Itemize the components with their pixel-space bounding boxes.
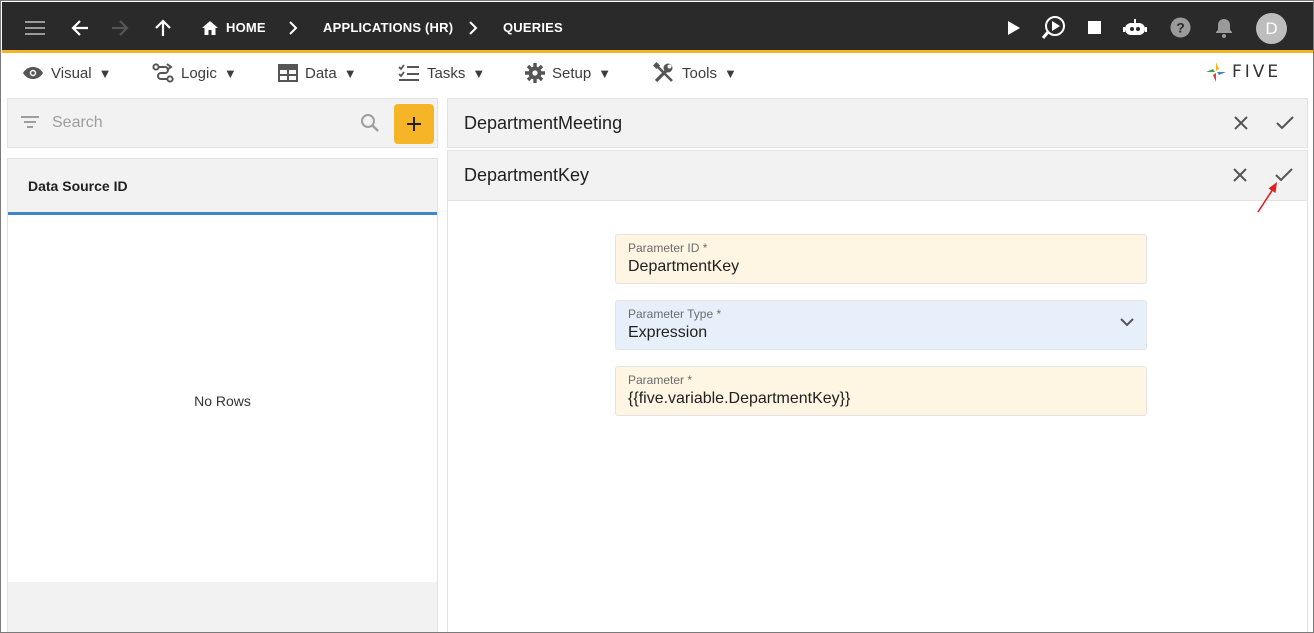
caret-down-icon: ▼ bbox=[223, 65, 237, 81]
caret-down-icon: ▼ bbox=[598, 65, 612, 81]
breadcrumb-applications-label: APPLICATIONS (HR) bbox=[323, 20, 454, 35]
avatar[interactable]: D bbox=[1256, 13, 1287, 44]
parameter-type-value: Expression bbox=[628, 324, 708, 341]
chevron-down-icon bbox=[1120, 318, 1134, 327]
caret-down-icon: ▼ bbox=[98, 65, 112, 81]
parameter-form: DepartmentKey Parameter ID * DepartmentK… bbox=[447, 150, 1308, 632]
menu-tasks-label: Tasks bbox=[427, 64, 466, 82]
breadcrumb-home-label: HOME bbox=[226, 20, 266, 35]
empty-state-text: No Rows bbox=[194, 393, 251, 409]
parameter-value: {{five.variable.DepartmentKey}} bbox=[628, 390, 851, 407]
parameter-field[interactable]: Parameter * {{five.variable.DepartmentKe… bbox=[615, 366, 1147, 416]
menu-visual[interactable]: Visual ▼ bbox=[22, 55, 111, 91]
caret-down-icon: ▼ bbox=[472, 65, 486, 81]
menu-data[interactable]: Data ▼ bbox=[278, 55, 357, 91]
eye-icon bbox=[23, 67, 43, 79]
back-arrow-icon[interactable] bbox=[63, 2, 97, 53]
parameter-label: Parameter * bbox=[628, 373, 693, 387]
debug-play-icon[interactable] bbox=[1037, 2, 1071, 53]
search-icon[interactable] bbox=[360, 113, 380, 138]
annotation-arrow-icon bbox=[1257, 182, 1277, 213]
menu-logic-label: Logic bbox=[181, 64, 217, 82]
menu-bar: Visual ▼ Logic ▼ Data ▼ Tasks ▼ Setup ▼ … bbox=[2, 55, 1313, 91]
up-arrow-icon[interactable] bbox=[146, 2, 180, 53]
parameter-id-field[interactable]: Parameter ID * DepartmentKey bbox=[615, 234, 1147, 284]
form-header: DepartmentKey bbox=[448, 151, 1307, 201]
search-input[interactable] bbox=[52, 111, 352, 135]
checklist-icon bbox=[398, 64, 419, 81]
menu-visual-label: Visual bbox=[51, 64, 92, 82]
five-logo-mark-icon bbox=[1206, 62, 1226, 82]
menu-tasks[interactable]: Tasks ▼ bbox=[398, 55, 485, 91]
data-source-list: Data Source ID No Rows bbox=[7, 158, 438, 632]
plus-icon bbox=[407, 117, 421, 131]
breadcrumb-queries-label: QUERIES bbox=[503, 20, 563, 35]
list-footer bbox=[8, 582, 437, 632]
parent-record-header: DepartmentMeeting bbox=[447, 98, 1308, 148]
column-header-label: Data Source ID bbox=[28, 177, 128, 194]
caret-down-icon: ▼ bbox=[724, 65, 737, 81]
close-icon[interactable] bbox=[1223, 99, 1259, 147]
gear-icon bbox=[525, 63, 545, 83]
five-logo: FIVE bbox=[1204, 59, 1281, 85]
caret-down-icon: ▼ bbox=[343, 65, 357, 81]
parameter-id-label: Parameter ID * bbox=[628, 241, 708, 255]
svg-text:?: ? bbox=[1176, 20, 1185, 36]
column-header-data-source-id[interactable]: Data Source ID bbox=[8, 159, 437, 215]
filter-icon[interactable] bbox=[20, 114, 40, 135]
play-icon[interactable] bbox=[997, 2, 1031, 53]
menu-icon[interactable] bbox=[18, 2, 52, 53]
search-panel bbox=[7, 98, 438, 148]
parent-record-title: DepartmentMeeting bbox=[464, 112, 623, 133]
chevron-right-icon bbox=[276, 2, 310, 53]
bell-icon[interactable] bbox=[1207, 2, 1241, 53]
table-icon bbox=[278, 64, 298, 82]
menu-setup[interactable]: Setup ▼ bbox=[525, 55, 611, 91]
home-icon bbox=[202, 20, 218, 35]
add-button[interactable] bbox=[394, 104, 434, 144]
app-window: HOME APPLICATIONS (HR) QUERIES ? D Visua… bbox=[0, 0, 1314, 633]
chatbot-icon[interactable] bbox=[1118, 2, 1152, 53]
top-app-bar: HOME APPLICATIONS (HR) QUERIES ? D bbox=[2, 2, 1313, 53]
avatar-letter: D bbox=[1265, 18, 1278, 38]
form-title: DepartmentKey bbox=[464, 164, 590, 185]
five-logo-text: FIVE bbox=[1232, 62, 1282, 82]
breadcrumb-home[interactable]: HOME bbox=[201, 2, 266, 53]
parameter-id-value: DepartmentKey bbox=[628, 258, 740, 275]
menu-tools[interactable]: Tools ▼ bbox=[653, 55, 737, 91]
help-icon[interactable]: ? bbox=[1163, 2, 1197, 53]
parameter-type-label: Parameter Type * bbox=[628, 307, 722, 321]
breadcrumb-queries[interactable]: QUERIES bbox=[503, 2, 563, 53]
menu-setup-label: Setup bbox=[552, 64, 592, 82]
close-icon[interactable] bbox=[1222, 151, 1258, 199]
menu-tools-label: Tools bbox=[682, 64, 718, 82]
stop-icon[interactable] bbox=[1077, 2, 1111, 53]
tools-icon bbox=[653, 62, 673, 83]
forward-arrow-icon[interactable] bbox=[103, 2, 137, 53]
parameter-type-select[interactable]: Parameter Type * Expression bbox=[615, 300, 1147, 350]
logic-icon bbox=[152, 63, 174, 83]
check-icon[interactable] bbox=[1267, 99, 1303, 147]
chevron-right-icon bbox=[456, 2, 490, 53]
breadcrumb-applications[interactable]: APPLICATIONS (HR) bbox=[323, 2, 453, 53]
menu-logic[interactable]: Logic ▼ bbox=[152, 55, 237, 91]
menu-data-label: Data bbox=[305, 64, 337, 82]
